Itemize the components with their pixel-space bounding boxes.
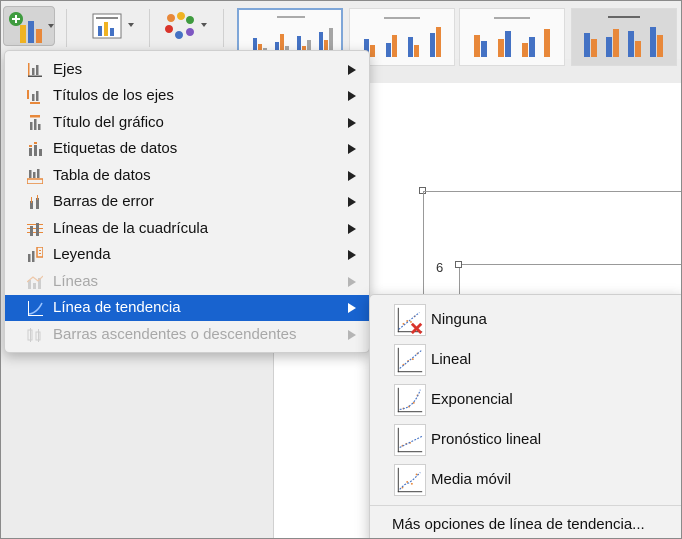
menu-item-label: Barras de error xyxy=(53,193,154,210)
menu-item-up-down-bars: Barras ascendentes o descendentes xyxy=(5,322,369,348)
chevron-down-icon xyxy=(201,23,207,27)
chart-style-preview-icon xyxy=(474,17,550,57)
submenu-item-label: Lineal xyxy=(431,351,472,368)
menu-item-gridlines[interactable]: Líneas de la cuadrícula xyxy=(5,216,369,242)
quick-layout-button[interactable] xyxy=(91,6,137,46)
menu-item-label: Línea de tendencia xyxy=(53,299,181,316)
trendline-forecast-icon xyxy=(394,424,426,456)
menu-item-lines: Líneas xyxy=(5,269,369,295)
submenu-arrow-icon xyxy=(348,91,356,101)
submenu-item-label: Exponencial xyxy=(431,391,513,408)
legend-icon xyxy=(28,247,43,262)
axis-titles-icon xyxy=(27,90,40,104)
chevron-down-icon xyxy=(48,24,54,28)
submenu-arrow-icon xyxy=(348,197,356,207)
submenu-item-exponential[interactable]: Exponencial xyxy=(370,382,681,418)
chart-title-icon xyxy=(30,115,41,130)
menu-item-legend[interactable]: Leyenda xyxy=(5,242,369,268)
menu-item-data-labels[interactable]: Etiquetas de datos xyxy=(5,136,369,162)
menu-item-label: Leyenda xyxy=(53,246,111,263)
app-window: 6 Ejes Títulos de los ejes Título del gr… xyxy=(0,0,682,539)
chart-style-preview-icon xyxy=(584,16,663,57)
submenu-arrow-icon xyxy=(348,330,356,340)
submenu-arrow-icon xyxy=(348,224,356,234)
menu-item-label: Títulos de los ejes xyxy=(53,87,174,104)
menu-item-data-table[interactable]: Tabla de datos xyxy=(5,163,369,189)
lines-icon xyxy=(27,275,43,289)
change-colors-button[interactable] xyxy=(161,6,211,46)
submenu-item-linear-forecast[interactable]: Pronóstico lineal xyxy=(370,422,681,458)
data-table-icon xyxy=(27,169,43,184)
divider xyxy=(223,9,224,47)
submenu-arrow-icon xyxy=(348,171,356,181)
submenu-item-none[interactable]: Ninguna xyxy=(370,302,681,338)
plot-area-border xyxy=(462,264,681,265)
trendline-submenu: Ninguna Lineal Exponencial Pronóstico li… xyxy=(369,294,681,538)
menu-item-error-bars[interactable]: Barras de error xyxy=(5,189,369,215)
trendline-exponential-icon xyxy=(394,384,426,416)
menu-item-axes[interactable]: Ejes xyxy=(5,57,369,83)
menu-item-label: Barras ascendentes o descendentes xyxy=(53,326,297,343)
menu-item-label: Ejes xyxy=(53,61,83,78)
axes-icon xyxy=(28,63,42,77)
menu-item-label: Tabla de datos xyxy=(53,167,151,184)
plot-area-handle[interactable] xyxy=(455,261,462,268)
submenu-arrow-icon xyxy=(348,277,356,287)
gridlines-icon xyxy=(27,223,43,236)
chart-style-4[interactable] xyxy=(571,8,677,66)
menu-item-label: Líneas de la cuadrícula xyxy=(53,220,209,237)
trendline-moving-average-icon xyxy=(394,464,426,496)
menu-item-trendline[interactable]: Línea de tendencia xyxy=(5,295,369,321)
submenu-arrow-icon xyxy=(348,250,356,260)
divider xyxy=(66,9,67,47)
axis-tick-label: 6 xyxy=(436,260,444,275)
submenu-item-label: Media móvil xyxy=(431,471,512,488)
chart-style-3[interactable] xyxy=(459,8,565,66)
menu-item-label: Título del gráfico xyxy=(53,114,164,131)
menu-item-chart-title[interactable]: Título del gráfico xyxy=(5,110,369,136)
chevron-down-icon xyxy=(128,23,134,27)
submenu-item-label: Pronóstico lineal xyxy=(431,431,542,448)
menu-item-axis-titles[interactable]: Títulos de los ejes xyxy=(5,83,369,109)
submenu-item-moving-average[interactable]: Media móvil xyxy=(370,462,681,498)
submenu-item-linear[interactable]: Lineal xyxy=(370,342,681,378)
menu-separator xyxy=(370,505,681,506)
divider xyxy=(149,9,150,47)
submenu-arrow-icon xyxy=(348,144,356,154)
trendline-none-icon xyxy=(394,304,426,336)
menu-item-label: Líneas xyxy=(53,273,99,290)
trendline-linear-icon xyxy=(394,344,426,376)
menu-item-label: Etiquetas de datos xyxy=(53,140,178,157)
submenu-arrow-icon xyxy=(348,118,356,128)
add-chart-element-menu: Ejes Títulos de los ejes Título del gráf… xyxy=(4,50,370,353)
submenu-arrow-icon xyxy=(348,303,356,313)
more-trendline-options[interactable]: Más opciones de línea de tendencia... xyxy=(392,516,645,533)
submenu-item-label: Ninguna xyxy=(431,311,487,328)
add-chart-element-button[interactable] xyxy=(3,6,55,46)
chart-frame-border xyxy=(423,191,681,192)
data-labels-icon xyxy=(29,142,42,156)
trendline-icon xyxy=(28,301,43,316)
up-down-bars-icon xyxy=(27,328,41,342)
submenu-arrow-icon xyxy=(348,65,356,75)
error-bars-icon xyxy=(30,195,39,209)
